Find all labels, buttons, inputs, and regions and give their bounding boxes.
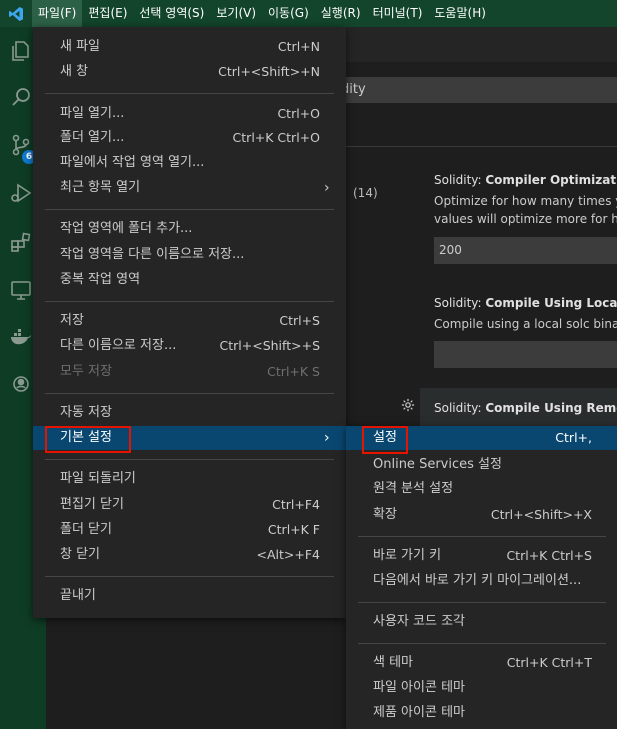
run-debug-icon[interactable] xyxy=(9,181,35,207)
chevron-right-icon: › xyxy=(324,430,330,446)
menu-separator xyxy=(45,393,334,394)
menu-separator xyxy=(45,459,334,460)
menu-item-close-folder[interactable]: 폴더 닫기 Ctrl+K F xyxy=(33,518,346,542)
menu-item-save-all: 모두 저장 Ctrl+K S xyxy=(60,364,320,379)
menu-separator xyxy=(45,93,334,94)
menu-item-close-editor[interactable]: 편집기 닫기 Ctrl+F4 xyxy=(33,493,346,517)
menu-item-migrate-keymaps[interactable]: 다음에서 바로 가기 키 마이그레이션... xyxy=(346,569,617,593)
menu-item-file-icon-theme[interactable]: 파일 아이콘 테마 xyxy=(346,676,617,700)
chevron-right-icon: › xyxy=(324,180,330,196)
preferences-submenu: 설정 Ctrl+, Online Services 설정 원격 분석 설정 확장 C… xyxy=(346,426,617,729)
menu-file[interactable]: 파일(F) xyxy=(32,0,83,27)
menu-terminal[interactable]: 터미널(T) xyxy=(367,0,429,27)
menu-item-product-icon-theme[interactable]: 제품 아이콘 테마 xyxy=(346,701,617,725)
menu-item-new-window[interactable]: 새 창 Ctrl+<Shift>+N xyxy=(33,60,346,84)
setting-compiler-optimization-desc-2: values will optimize more for hig xyxy=(434,212,617,226)
setting-compile-local-title: Solidity: Compile Using Local V xyxy=(434,296,617,310)
settings-search-input[interactable]: dity xyxy=(335,77,617,103)
menu-selection[interactable]: 선택 영역(S) xyxy=(133,0,210,27)
menu-item-color-theme[interactable]: 색 테마 Ctrl+K Ctrl+T xyxy=(346,651,617,675)
menu-item-duplicate-workspace[interactable]: 중복 작업 영역 xyxy=(33,268,346,292)
remote-explorer-icon[interactable] xyxy=(9,278,35,304)
menu-item-open-folder[interactable]: 폴더 열기... Ctrl+K Ctrl+O xyxy=(33,126,346,150)
docker-icon[interactable] xyxy=(9,325,35,351)
menu-item-keyboard-shortcuts[interactable]: 바로 가기 키 Ctrl+K Ctrl+S xyxy=(346,544,617,568)
setting-compile-local-input[interactable] xyxy=(434,341,617,368)
menu-separator xyxy=(358,643,606,644)
menu-separator xyxy=(45,209,334,210)
live-share-icon[interactable] xyxy=(9,373,35,399)
menu-edit[interactable]: 편집(E) xyxy=(82,0,133,27)
title-bar: 파일(F) 편집(E) 선택 영역(S) 보기(V) 이동(G) 실행(R) 터… xyxy=(0,0,617,27)
highlight-annotation xyxy=(362,426,408,454)
settings-tree-count[interactable]: (14) xyxy=(353,186,378,200)
menu-separator xyxy=(358,602,606,603)
highlight-annotation xyxy=(45,426,131,453)
menu-item-save-workspace-as[interactable]: 작업 영역을 다른 이름으로 저장... xyxy=(33,243,346,267)
menu-separator xyxy=(358,536,606,537)
menu-run[interactable]: 실행(R) xyxy=(315,0,367,27)
menu-item-save-as[interactable]: 다른 이름으로 저장... Ctrl+<Shift>+S xyxy=(33,334,346,358)
setting-compiler-optimization-title: Solidity: Compiler Optimization xyxy=(434,173,617,187)
setting-compiler-optimization-input[interactable]: 200 xyxy=(434,237,617,264)
menu-item-close-window[interactable]: 창 닫기 <Alt>+F4 xyxy=(33,543,346,567)
menu-item-save[interactable]: 저장 Ctrl+S xyxy=(33,309,346,333)
menu-item-new-file[interactable]: 새 파일 Ctrl+N xyxy=(33,35,346,59)
menu-item-open-file[interactable]: 파일 열기... Ctrl+O xyxy=(33,102,346,126)
menu-separator xyxy=(45,301,334,302)
extensions-icon[interactable] xyxy=(9,230,35,256)
setting-compiler-optimization-desc-1: Optimize for how many times yo xyxy=(434,194,617,208)
explorer-icon[interactable] xyxy=(9,39,35,65)
menu-help[interactable]: 도움말(H) xyxy=(428,0,492,27)
menubar: 파일(F) 편집(E) 선택 영역(S) 보기(V) 이동(G) 실행(R) 터… xyxy=(32,0,492,27)
setting-compile-remote-title: Solidity: Compile Using Remote xyxy=(434,401,617,415)
menu-go[interactable]: 이동(G) xyxy=(262,0,315,27)
menu-item-auto-save[interactable]: 자동 저장 xyxy=(33,401,346,425)
menu-item-extensions[interactable]: 확장 Ctrl+<Shift>+X xyxy=(346,503,617,527)
search-icon[interactable] xyxy=(9,85,35,111)
menu-view[interactable]: 보기(V) xyxy=(210,0,262,27)
menu-item-open-recent[interactable]: 최근 항목 열기 › xyxy=(33,176,346,200)
menu-item-open-workspace[interactable]: 파일에서 작업 영역 열기... xyxy=(33,151,346,175)
menu-item-revert-file[interactable]: 파일 되돌리기 xyxy=(33,467,346,491)
menu-item-add-folder[interactable]: 작업 영역에 폴더 추가... xyxy=(33,217,346,241)
file-menu: 새 파일 Ctrl+N 새 창 Ctrl+<Shift>+N 파일 열기... Ctr… xyxy=(33,27,346,618)
menu-item-user-snippets[interactable]: 사용자 코드 조각 xyxy=(346,610,617,634)
settings-divider xyxy=(335,146,617,147)
menu-item-exit[interactable]: 끝내기 xyxy=(33,584,346,608)
setting-compile-local-desc: Compile using a local solc binary xyxy=(434,317,617,331)
menu-item-telemetry[interactable]: 원격 분석 설정 xyxy=(346,477,617,501)
vscode-logo-icon xyxy=(0,0,32,27)
gear-icon[interactable] xyxy=(401,398,415,416)
menu-item-online-services[interactable]: Online Services 설정 xyxy=(346,453,617,477)
menu-separator xyxy=(45,576,334,577)
